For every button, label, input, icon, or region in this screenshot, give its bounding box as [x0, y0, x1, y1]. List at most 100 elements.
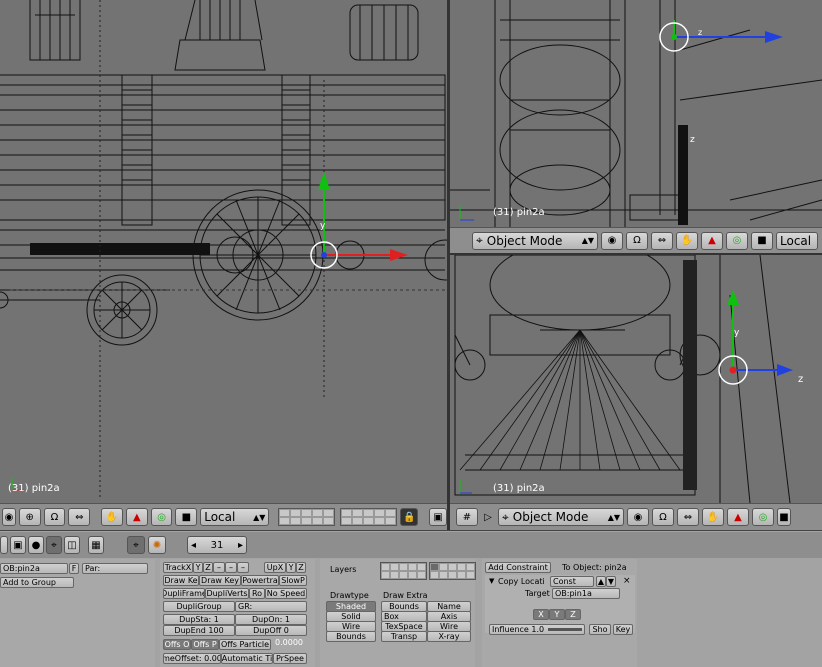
- key-button[interactable]: Key: [613, 624, 633, 635]
- parent-field[interactable]: Par:: [82, 563, 148, 574]
- draw-extra-xray[interactable]: X-ray: [427, 631, 471, 642]
- powertrack-button[interactable]: Powertra: [241, 575, 279, 586]
- grid-arrows-icon: ⇔: [657, 235, 667, 246]
- offs-particle-button[interactable]: Offs Particle: [219, 639, 271, 650]
- object-layer-buttons[interactable]: [380, 562, 476, 580]
- move-up-button[interactable]: ▲: [596, 576, 606, 587]
- menu-collapse-toggle[interactable]: ▷: [481, 508, 495, 526]
- pivot-select[interactable]: ⊕: [18, 508, 41, 526]
- influence-slider[interactable]: Influence 1.0: [489, 624, 585, 635]
- draw-extra-transp[interactable]: Transp: [381, 631, 427, 642]
- proportional-edit[interactable]: Ω: [43, 508, 66, 526]
- scale-manipulator[interactable]: ◎: [752, 508, 774, 526]
- scene-context-button[interactable]: ▦: [88, 536, 104, 554]
- trackx-button[interactable]: TrackX: [163, 562, 193, 573]
- track-negy-button[interactable]: –: [225, 562, 237, 573]
- automatic-time-button[interactable]: Automatic Ti: [221, 653, 273, 664]
- time-offset-field[interactable]: meOffset: 0.00: [163, 653, 221, 664]
- bottom-right-3d-viewport[interactable]: y z (31) pin2a: [450, 255, 822, 503]
- main-3d-viewport[interactable]: y (31) pin2a: [0, 0, 447, 503]
- move-down-button[interactable]: ▼: [606, 576, 616, 587]
- prspeed-button[interactable]: PrSpee: [273, 653, 307, 664]
- offs-ob-button[interactable]: Offs O: [163, 639, 191, 650]
- track-negx-button[interactable]: –: [213, 562, 225, 573]
- shading-select[interactable]: ◉: [2, 508, 16, 526]
- editing-context-button[interactable]: ◫: [64, 536, 80, 554]
- shading-context-button[interactable]: ●: [28, 536, 44, 554]
- top-right-3d-viewport[interactable]: z z (31) pin2a: [450, 0, 822, 227]
- dupon-field[interactable]: DupOn: 1: [235, 614, 307, 625]
- orientation-select[interactable]: Local: [776, 231, 818, 250]
- translate-manipulator[interactable]: ✋: [101, 508, 123, 526]
- chevron-updown-icon: ▲▼: [581, 236, 594, 245]
- snap-toggle[interactable]: ⇔: [651, 231, 673, 250]
- dupend-field[interactable]: DupEnd 100: [163, 625, 235, 636]
- rotate-manipulator[interactable]: ▲: [125, 508, 148, 526]
- slowpar-button[interactable]: SlowP: [279, 575, 307, 586]
- upx-button[interactable]: UpX: [264, 562, 286, 573]
- axis-label-y: y: [320, 221, 326, 231]
- dupoff-field[interactable]: DupOff 0: [235, 625, 307, 636]
- translate-manipulator[interactable]: ✋: [702, 508, 724, 526]
- tracky-button[interactable]: Y: [193, 562, 203, 573]
- drawtype-bounds[interactable]: Bounds: [326, 631, 376, 642]
- logic-context-button[interactable]: [0, 536, 8, 554]
- trackz-button[interactable]: Z: [203, 562, 213, 573]
- editing-icon: ◫: [67, 539, 77, 551]
- script-context-button[interactable]: ▣: [10, 536, 26, 554]
- draw-key-sel-button[interactable]: Draw Key: [199, 575, 241, 586]
- square-manipulator[interactable]: ■: [777, 508, 791, 526]
- track-negz-button[interactable]: –: [237, 562, 249, 573]
- layer-buttons-2[interactable]: [340, 508, 398, 526]
- add-to-group-button[interactable]: Add to Group: [0, 577, 74, 588]
- mode-select[interactable]: ⌖ Object Mode ▲▼: [498, 508, 624, 526]
- pivot-select[interactable]: Ω: [626, 231, 648, 250]
- render-view-button[interactable]: ▣: [429, 508, 448, 526]
- triangle-down-icon[interactable]: ▼: [489, 577, 494, 585]
- rotate-manipulator[interactable]: ▲: [701, 231, 723, 250]
- dupli-rot-button[interactable]: Ro: [249, 588, 265, 599]
- shading-select[interactable]: ◉: [601, 231, 623, 250]
- object-name-field[interactable]: OB:pin2a: [0, 563, 68, 574]
- copy-x-button[interactable]: X: [533, 609, 549, 620]
- object-subcontext-button[interactable]: ⌖: [127, 536, 145, 554]
- copy-z-button[interactable]: Z: [565, 609, 581, 620]
- draw-key-button[interactable]: Draw Ke: [163, 575, 199, 586]
- dupligroup-button[interactable]: DupliGroup: [163, 601, 235, 612]
- current-frame-field[interactable]: ◂ 31 ▸: [187, 536, 247, 554]
- scale-manipulator[interactable]: ◎: [726, 231, 748, 250]
- offs-par-button[interactable]: Offs P: [191, 639, 219, 650]
- scale-manipulator[interactable]: ◎: [150, 508, 173, 526]
- fake-user-button[interactable]: F: [69, 563, 79, 574]
- dupliverts-button[interactable]: DupliVerts: [205, 588, 249, 599]
- dupli-group-field[interactable]: GR:: [235, 601, 307, 612]
- no-speed-button[interactable]: No Speed: [265, 588, 307, 599]
- close-icon[interactable]: ×: [623, 576, 631, 586]
- lock-layers-button[interactable]: 🔒: [400, 508, 419, 526]
- rotate-manipulator[interactable]: ▲: [727, 508, 749, 526]
- draw-extra-label: Draw Extra: [383, 591, 428, 600]
- square-manipulator[interactable]: ■: [751, 231, 773, 250]
- shading-select[interactable]: ◉: [627, 508, 649, 526]
- show-ipo-button[interactable]: Sho: [589, 624, 611, 635]
- upy-button[interactable]: Y: [286, 562, 296, 573]
- snap-toggle[interactable]: ⇔: [677, 508, 699, 526]
- mode-select[interactable]: ⌖ Object Mode ▲▼: [472, 231, 598, 250]
- window-type-select[interactable]: #: [456, 508, 478, 526]
- upz-button[interactable]: Z: [296, 562, 306, 573]
- dupsta-field[interactable]: DupSta: 1: [163, 614, 235, 625]
- orientation-select[interactable]: Local ▲▼: [200, 508, 270, 526]
- picture-icon: ▣: [433, 511, 443, 523]
- layer-buttons-1[interactable]: [278, 508, 336, 526]
- target-object-field[interactable]: OB:pin1a: [552, 588, 620, 599]
- constraint-name-field[interactable]: Const: [550, 576, 594, 587]
- add-constraint-button[interactable]: Add Constraint: [485, 562, 551, 573]
- physics-subcontext-button[interactable]: ✺: [148, 536, 166, 554]
- dupliframes-button[interactable]: DupliFrame: [163, 588, 205, 599]
- snap-toggle[interactable]: ⇔: [68, 508, 91, 526]
- square-manipulator[interactable]: ■: [175, 508, 198, 526]
- copy-y-button[interactable]: Y: [549, 609, 565, 620]
- translate-manipulator[interactable]: ✋: [676, 231, 698, 250]
- object-context-button[interactable]: ⌖: [46, 536, 62, 554]
- pivot-select[interactable]: Ω: [652, 508, 674, 526]
